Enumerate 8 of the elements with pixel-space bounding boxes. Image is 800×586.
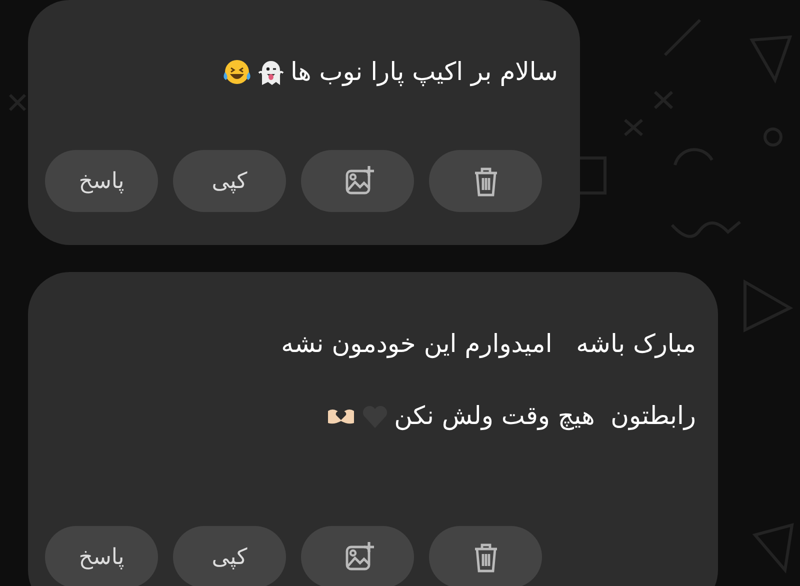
reply-button[interactable]: پاسخ bbox=[45, 526, 158, 586]
message-text: سالام بر اکیپ پارا نوب ها bbox=[290, 56, 558, 88]
copy-button[interactable]: کپی bbox=[173, 150, 286, 212]
copy-button[interactable]: کپی bbox=[173, 526, 286, 586]
laughing-emoji-icon bbox=[222, 57, 252, 87]
message-text: رابطتون هیچ وقت ولش نکن bbox=[394, 400, 696, 432]
reply-button[interactable]: پاسخ bbox=[45, 150, 158, 212]
message-text: مبارک باشه امیدوارم این خودمون نشه bbox=[281, 328, 696, 360]
